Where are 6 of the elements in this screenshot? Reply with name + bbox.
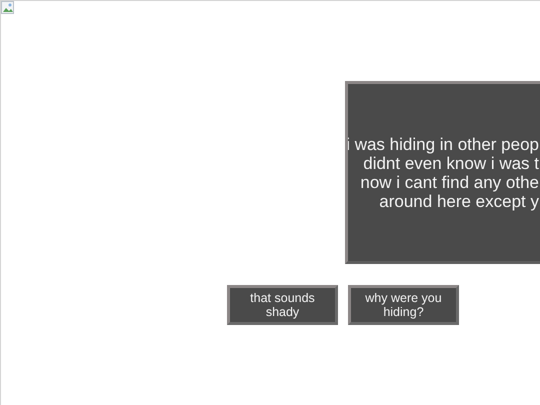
dialog-text-line: around here except y — [379, 192, 539, 210]
dialog-text-line: didnt even know i was t — [363, 154, 539, 172]
choice-button[interactable]: why were you hiding? — [348, 285, 459, 325]
broken-image-icon — [1, 1, 15, 15]
choice-button[interactable]: that sounds shady — [227, 285, 338, 325]
dialog-text-line: now i cant find any othe — [360, 172, 539, 192]
